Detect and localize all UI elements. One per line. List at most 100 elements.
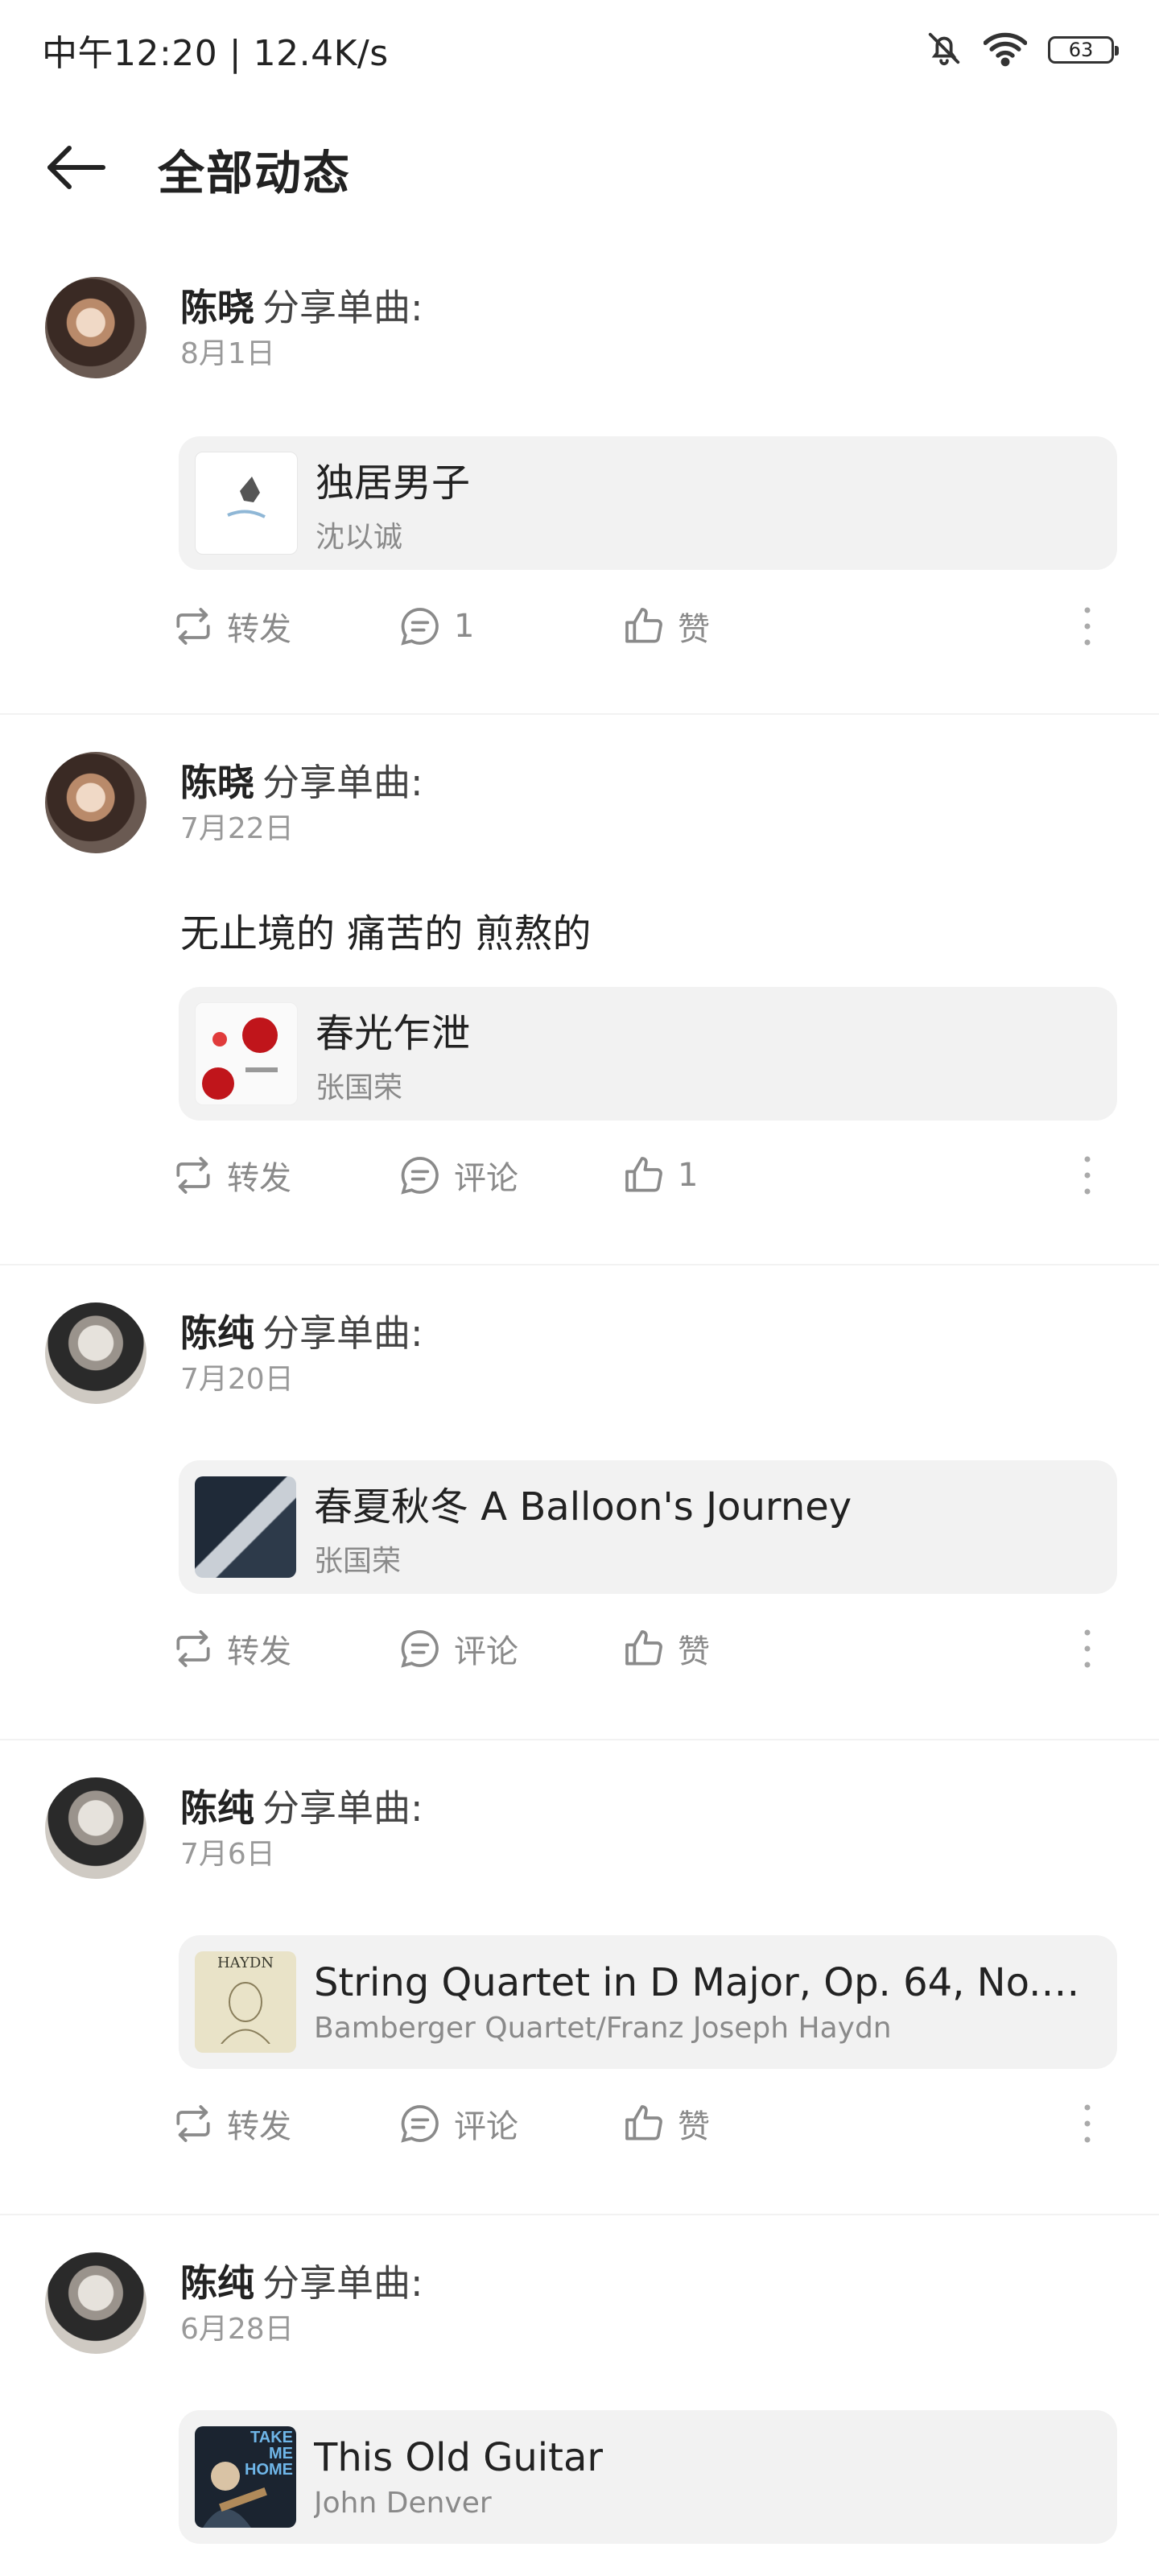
post-text: 无止境的 痛苦的 煎熬的	[180, 911, 592, 956]
repost-button[interactable]: 转发	[171, 1152, 291, 1199]
feed-post: 陈纯 分享单曲: 6月28日 TAKE ME HOME This Old Guit…	[0, 2215, 1159, 2544]
song-card[interactable]: 春光乍泄 张国荣	[179, 987, 1117, 1121]
repost-icon	[176, 2105, 210, 2142]
like-button[interactable]: 1	[621, 1153, 698, 1198]
status-icons: 63	[926, 30, 1119, 70]
song-title: 春夏秋冬 A Balloon's Journey	[314, 1484, 852, 1530]
like-button[interactable]: 赞	[621, 1625, 710, 1672]
song-artist: 张国荣	[316, 1071, 403, 1104]
song-info: String Quartet in D Major, Op. 64, No.… …	[314, 1960, 1079, 2045]
like-label: 1	[678, 1157, 699, 1194]
thumbs-up-icon	[625, 1630, 662, 1666]
author-line: 陈纯 分享单曲:	[180, 1779, 423, 1832]
song-title: This Old Guitar	[314, 2434, 604, 2480]
arrow-left-icon	[45, 143, 106, 195]
thumbs-up-icon	[625, 608, 662, 643]
comment-icon	[401, 608, 439, 646]
thumbs-up-icon	[625, 1157, 662, 1192]
more-button[interactable]	[1077, 1624, 1109, 1673]
post-action: 分享单曲:	[262, 2261, 423, 2305]
repost-label: 转发	[227, 2108, 291, 2145]
song-card[interactable]: TAKE ME HOME This Old Guitar John Denver	[179, 2410, 1117, 2544]
status-time-speed: 中午12:20 | 12.4K/s	[42, 33, 389, 74]
post-actions: 转发 1 赞	[171, 594, 1117, 658]
author-name[interactable]: 陈纯	[180, 2261, 254, 2305]
song-artist: Bamberger Quartet/Franz Joseph Haydn	[314, 2011, 892, 2045]
comment-label: 评论	[454, 2108, 518, 2145]
comment-button[interactable]: 评论	[398, 2100, 518, 2147]
comment-button[interactable]: 1	[398, 604, 474, 649]
more-vertical-icon	[1084, 1629, 1091, 1668]
song-info: 独居男子 沈以诚	[316, 451, 470, 555]
repost-button[interactable]: 转发	[171, 603, 291, 650]
song-artist: 沈以诚	[316, 521, 403, 554]
comment-label: 评论	[454, 1633, 518, 1670]
comment-icon	[401, 2105, 439, 2143]
song-card[interactable]: 独居男子 沈以诚	[179, 436, 1117, 570]
feed-post: 陈纯 分享单曲: 7月20日 春夏秋冬 A Balloon's Journey 张…	[0, 1265, 1159, 1740]
song-title: String Quartet in D Major, Op. 64, No.…	[314, 1959, 1080, 2005]
comment-button[interactable]: 评论	[398, 1152, 518, 1199]
album-cover: HAYDN	[195, 1951, 296, 2053]
post-date: 7月6日	[180, 1838, 275, 1871]
author-name[interactable]: 陈纯	[180, 1786, 254, 1830]
song-card[interactable]: 春夏秋冬 A Balloon's Journey 张国荣	[179, 1460, 1117, 1594]
status-bar: 中午12:20 | 12.4K/s 63	[0, 0, 1159, 100]
post-date: 7月22日	[180, 812, 294, 845]
post-actions: 转发 评论 赞	[171, 2091, 1117, 2156]
song-info: This Old Guitar John Denver	[314, 2435, 603, 2520]
repost-button[interactable]: 转发	[171, 1625, 291, 1672]
wifi-icon	[983, 30, 1028, 70]
post-action: 分享单曲:	[262, 1786, 423, 1830]
song-card[interactable]: HAYDN String Quartet in D Major, Op. 64,…	[179, 1935, 1117, 2069]
author-name[interactable]: 陈晓	[180, 286, 254, 329]
back-button[interactable]	[45, 133, 118, 205]
feed-post: 陈晓 分享单曲: 8月1日 独居男子 沈以诚 转发 1 赞	[0, 238, 1159, 715]
author-name[interactable]: 陈纯	[180, 1311, 254, 1355]
comment-icon	[401, 1157, 439, 1195]
like-label: 赞	[678, 2108, 710, 2145]
avatar[interactable]	[45, 1302, 146, 1404]
repost-icon	[176, 1630, 210, 1667]
song-title: 春光乍泄	[316, 1011, 471, 1056]
avatar[interactable]	[45, 277, 146, 378]
more-vertical-icon	[1084, 2104, 1091, 2143]
song-info: 春光乍泄 张国荣	[316, 1001, 470, 1106]
like-button[interactable]: 赞	[621, 603, 710, 650]
feed-post: 陈晓分享单曲: 7月22日 无止境的 痛苦的 煎熬的 春光乍泄 张国荣 转发	[0, 715, 1159, 1265]
battery-indicator: 63	[1048, 36, 1119, 64]
song-title: 独居男子	[316, 460, 471, 506]
repost-label: 转发	[227, 1160, 291, 1197]
avatar[interactable]	[45, 1777, 146, 1879]
like-button[interactable]: 赞	[621, 2100, 710, 2147]
author-name[interactable]: 陈晓	[180, 761, 254, 804]
repost-icon	[176, 1157, 210, 1194]
more-button[interactable]	[1077, 1151, 1109, 1199]
more-vertical-icon	[1084, 1156, 1091, 1195]
post-date: 7月20日	[180, 1363, 294, 1396]
comment-button[interactable]: 评论	[398, 1625, 518, 1672]
post-date: 8月1日	[180, 337, 275, 370]
author-line: 陈晓 分享单曲:	[180, 753, 423, 807]
avatar[interactable]	[45, 2252, 146, 2354]
more-button[interactable]	[1077, 602, 1109, 650]
more-button[interactable]	[1077, 2099, 1109, 2148]
repost-label: 转发	[227, 611, 291, 648]
comment-label: 1	[454, 608, 475, 645]
app-header: 全部动态	[0, 100, 1159, 238]
song-info: 春夏秋冬 A Balloon's Journey 张国荣	[314, 1475, 852, 1579]
post-actions: 转发 评论 赞	[171, 1616, 1117, 1681]
post-date: 6月28日	[180, 2313, 294, 2346]
comment-label: 评论	[454, 1160, 518, 1197]
avatar[interactable]	[45, 752, 146, 853]
post-actions: 转发 评论 1	[171, 1143, 1117, 1208]
like-label: 赞	[678, 611, 710, 648]
album-cover-text: HAYDN	[217, 1955, 274, 1971]
post-action: 分享单曲:	[262, 761, 423, 804]
album-cover	[195, 1002, 298, 1105]
post-action: 分享单曲:	[262, 286, 423, 329]
activity-feed: 陈晓 分享单曲: 8月1日 独居男子 沈以诚 转发 1 赞 陈晓 分享单曲: 7…	[0, 238, 1159, 2544]
comment-icon	[401, 1630, 439, 1668]
album-cover: TAKE ME HOME	[195, 2426, 296, 2528]
repost-button[interactable]: 转发	[171, 2100, 291, 2147]
